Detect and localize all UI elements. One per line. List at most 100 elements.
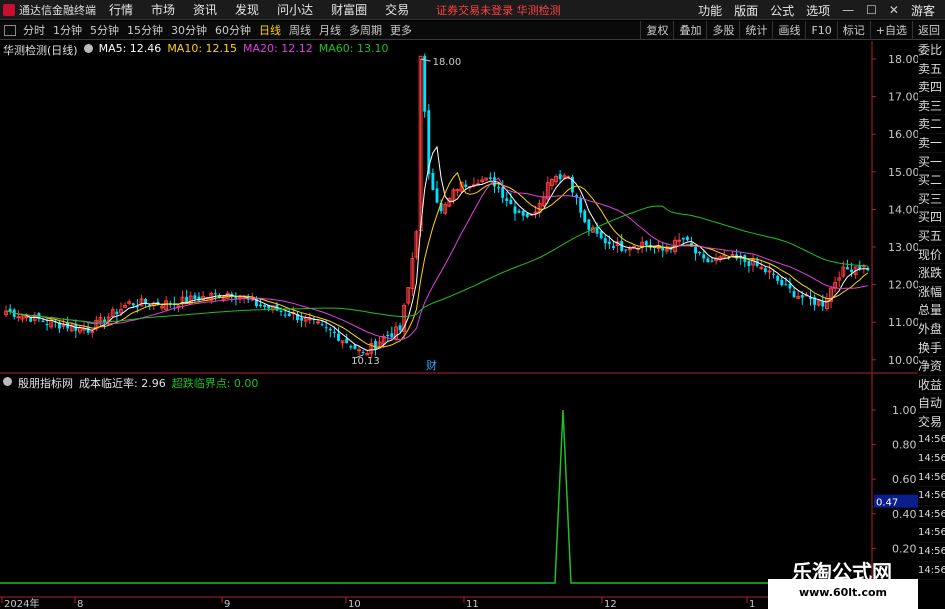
user-label[interactable]: 游客 [905, 2, 941, 19]
price-tick-label: 11.00 [888, 316, 918, 329]
indicator-legend: 殷朋指标网 成本临近率: 2.96 超跌临界点: 0.00 [3, 375, 258, 391]
side-panel-item[interactable]: 收益 [918, 376, 945, 395]
candle-body-down [821, 301, 825, 307]
candle-body-up [357, 349, 361, 352]
menu-shichang[interactable]: 市场 [142, 1, 184, 18]
period-60min[interactable]: 60分钟 [211, 22, 255, 38]
tool-diejia[interactable]: 叠加 [673, 21, 706, 40]
indicator-tick-label: 0.80 [892, 439, 917, 452]
side-panel-item[interactable]: 买一 [918, 153, 945, 172]
tool-f10[interactable]: F10 [805, 21, 836, 40]
period-weekly[interactable]: 周线 [285, 22, 315, 38]
indicator-metric2: 超跌临界点: 0.00 [171, 377, 259, 390]
menu-gongneng[interactable]: 功能 [692, 2, 728, 19]
candle-body-down [197, 296, 201, 301]
tool-back[interactable]: 返回 [912, 21, 945, 40]
candle-body-down [706, 258, 710, 263]
menu-banmian[interactable]: 版面 [728, 2, 764, 19]
tool-add-watchlist[interactable]: +自选 [869, 21, 912, 40]
candle-body-up [90, 330, 95, 333]
time-tick-label: 12 [604, 599, 617, 609]
candle-body-down [747, 260, 751, 267]
side-panel-item[interactable]: 涨跌 [918, 264, 945, 283]
price-tick-label: 13.00 [888, 241, 918, 254]
candle-body-down [435, 188, 439, 203]
tool-fuquan[interactable]: 复权 [640, 21, 673, 40]
candle-body-down [661, 247, 665, 251]
side-panel-item[interactable]: 14:56 [918, 450, 945, 469]
menu-jiaoyi[interactable]: 交易 [376, 1, 418, 18]
side-panel-item[interactable]: 换手 [918, 339, 945, 358]
side-panel-item[interactable]: 14:56 [918, 543, 945, 562]
minimize-icon[interactable]: — [836, 3, 860, 17]
candle-body-down [464, 184, 468, 187]
side-panel-item[interactable]: 卖四 [918, 78, 945, 97]
indicator-settings-icon[interactable] [3, 377, 12, 386]
side-panel-item[interactable]: 14:56 [918, 562, 945, 581]
side-panel-item[interactable]: 买四 [918, 208, 945, 227]
menu-faxian[interactable]: 发现 [226, 1, 268, 18]
tool-huaxian[interactable]: 画线 [772, 21, 805, 40]
period-monthly[interactable]: 月线 [315, 22, 345, 38]
tool-tongji[interactable]: 统计 [739, 21, 772, 40]
side-panel-item[interactable]: 外盘 [918, 320, 945, 339]
candle-body-down [505, 198, 509, 201]
side-panel-item[interactable]: 总量 [918, 301, 945, 320]
period-multi[interactable]: 多周期 [345, 22, 386, 38]
price-tick-label: 16.00 [888, 128, 918, 141]
close-icon[interactable]: ✕ [883, 3, 905, 17]
candle-body-up [82, 328, 86, 331]
side-panel-item[interactable]: 卖五 [918, 60, 945, 79]
side-panel-item[interactable]: 卖一 [918, 134, 945, 153]
side-panel-item[interactable]: 买三 [918, 190, 945, 209]
period-fenshi[interactable]: 分时 [19, 22, 49, 38]
side-panel-item[interactable]: 买五 [918, 227, 945, 246]
ma60-line [6, 205, 868, 323]
candle-body-down [300, 317, 303, 321]
tool-duogu[interactable]: 多股 [706, 21, 739, 40]
layout-icon[interactable] [4, 24, 16, 36]
period-30min[interactable]: 30分钟 [167, 22, 211, 38]
period-daily[interactable]: 日线 [255, 22, 285, 38]
menu-caifuquan[interactable]: 财富圈 [322, 1, 376, 18]
tool-biaoji[interactable]: 标记 [836, 21, 870, 40]
candle-body-down [423, 55, 427, 112]
side-panel-item[interactable]: 净资 [918, 357, 945, 376]
side-panel-item[interactable]: 14:56 [918, 506, 945, 525]
stock-name[interactable]: 华测检测(日线) [3, 42, 78, 58]
menu-gongshi[interactable]: 公式 [764, 2, 800, 19]
side-panel-item[interactable]: 卖三 [918, 97, 945, 116]
candle-body-down [320, 324, 324, 326]
side-panel-item[interactable]: 涨幅 [918, 283, 945, 302]
period-more[interactable]: 更多 [386, 22, 416, 38]
menu-xuanxiang[interactable]: 选项 [800, 2, 836, 19]
candle-body-down [587, 219, 591, 230]
period-1min[interactable]: 1分钟 [49, 22, 86, 38]
side-panel-item[interactable]: 14:56 [918, 487, 945, 506]
period-15min[interactable]: 15分钟 [123, 22, 167, 38]
indicator-tick-label: 0.20 [892, 542, 917, 555]
menu-wenxiaoda[interactable]: 问小达 [268, 1, 322, 18]
period-5min[interactable]: 5分钟 [86, 22, 123, 38]
candle-body-down [607, 241, 611, 244]
settings-dot-icon[interactable] [83, 44, 93, 53]
side-panel-item[interactable]: 现价 [918, 246, 945, 265]
indicator-tick-label: 0.40 [892, 508, 917, 521]
login-warning[interactable]: 证券交易未登录 华测检测 [436, 2, 561, 18]
side-panel-item[interactable]: 交易 [918, 413, 945, 432]
menu-hangqing[interactable]: 行情 [100, 1, 142, 18]
kline-chart[interactable]: 18.00 10.13 财 18.00 17.00 16.00 15.00 14.00 13.… [0, 41, 918, 609]
side-panel-item[interactable]: 委比 [918, 41, 945, 60]
menu-zixun[interactable]: 资讯 [184, 1, 226, 18]
indicator-metric: 成本临近率: 2.96 [79, 377, 166, 390]
maximize-icon[interactable]: ☐ [860, 3, 883, 17]
side-panel-item[interactable]: 14:56 [918, 431, 945, 451]
indicator-name[interactable]: 殷朋指标网 [18, 375, 73, 391]
side-panel-item[interactable]: 14:56 [918, 469, 945, 488]
side-panel-item[interactable]: 买二 [918, 171, 945, 190]
side-panel-item[interactable]: 卖二 [918, 115, 945, 134]
side-panel-item[interactable]: 14:56 [918, 524, 945, 544]
watermark-url: www.60lt.com [798, 586, 888, 599]
side-panel-item[interactable]: 自动 [918, 394, 945, 413]
candle-body-down [763, 268, 767, 273]
